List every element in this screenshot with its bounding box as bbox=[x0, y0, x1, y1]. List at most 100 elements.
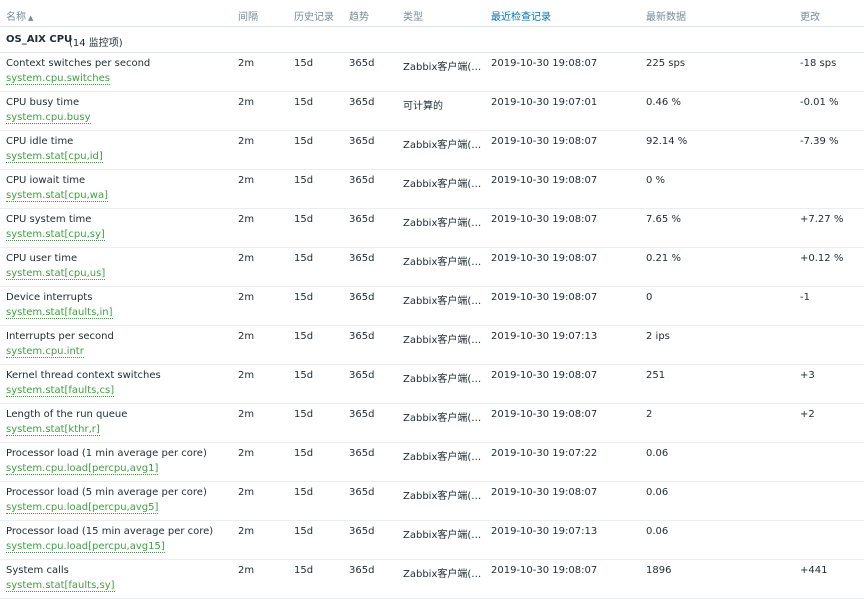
item-last-value: 1896 bbox=[646, 565, 672, 576]
item-last-check: 2019-10-30 19:08:07 bbox=[491, 409, 598, 420]
item-history: 15d bbox=[294, 331, 314, 342]
item-name: System calls bbox=[6, 565, 69, 576]
item-last-check: 2019-10-30 19:08:07 bbox=[491, 565, 598, 576]
item-name: Kernel thread context switches bbox=[6, 370, 161, 381]
item-last-check: 2019-10-30 19:07:13 bbox=[491, 331, 598, 342]
item-interval: 2m bbox=[238, 292, 255, 303]
table-row: Processor load (5 min average per core) s… bbox=[0, 482, 864, 521]
item-last-value: 7.65 % bbox=[646, 214, 681, 225]
item-last-value: 225 sps bbox=[646, 58, 686, 69]
item-type: 可计算的 bbox=[403, 101, 443, 112]
item-name: CPU system time bbox=[6, 214, 92, 225]
item-type: Zabbix客户端(… bbox=[403, 452, 482, 463]
item-change: +3 bbox=[800, 370, 815, 381]
item-name: Device interrupts bbox=[6, 292, 93, 303]
table-row: Kernel thread context switches system.sta… bbox=[0, 365, 864, 404]
column-header-last-value: 最新数据 bbox=[646, 12, 686, 23]
item-history: 15d bbox=[294, 58, 314, 69]
latest-data-table: 名称 ▲ 间隔 历史记录 趋势 类型 最近检查记录 最新数据 更改 OS_AIX … bbox=[0, 0, 864, 599]
item-key[interactable]: system.stat[cpu,id] bbox=[6, 151, 103, 163]
item-name: CPU busy time bbox=[6, 97, 80, 108]
item-change: +7.27 % bbox=[800, 214, 844, 225]
item-interval: 2m bbox=[238, 58, 255, 69]
column-header-trends: 趋势 bbox=[349, 12, 369, 23]
item-last-check: 2019-10-30 19:08:07 bbox=[491, 136, 598, 147]
item-interval: 2m bbox=[238, 526, 255, 537]
item-name: CPU user time bbox=[6, 253, 78, 264]
item-last-value: 2 bbox=[646, 409, 653, 420]
table-body: Context switches per second system.cpu.sw… bbox=[0, 53, 864, 599]
item-key[interactable]: system.stat[faults,in] bbox=[6, 307, 113, 319]
item-interval: 2m bbox=[238, 409, 255, 420]
column-header-last-check[interactable]: 最近检查记录 bbox=[491, 8, 551, 23]
item-key[interactable]: system.cpu.intr bbox=[6, 346, 84, 358]
item-change: +0.12 % bbox=[800, 253, 844, 264]
table-row: Device interrupts system.stat[faults,in] 2… bbox=[0, 287, 864, 326]
item-key[interactable]: system.stat[kthr,r] bbox=[6, 424, 100, 436]
item-change: -7.39 % bbox=[800, 136, 839, 147]
item-name: Interrupts per second bbox=[6, 331, 114, 342]
item-type: Zabbix客户端(… bbox=[403, 62, 482, 73]
item-trends: 365d bbox=[349, 136, 375, 147]
item-name: Length of the run queue bbox=[6, 409, 128, 420]
table-row: Interrupts per second system.cpu.intr 2m 15… bbox=[0, 326, 864, 365]
item-change: -18 sps bbox=[800, 58, 837, 69]
item-trends: 365d bbox=[349, 214, 375, 225]
item-key[interactable]: system.cpu.switches bbox=[6, 73, 110, 85]
item-last-check: 2019-10-30 19:08:07 bbox=[491, 487, 598, 498]
column-header-interval: 间隔 bbox=[238, 12, 258, 23]
item-type: Zabbix客户端(… bbox=[403, 296, 482, 307]
item-last-value: 0.06 bbox=[646, 448, 669, 459]
item-interval: 2m bbox=[238, 175, 255, 186]
item-interval: 2m bbox=[238, 487, 255, 498]
item-change: -1 bbox=[800, 292, 810, 303]
item-key[interactable]: system.stat[cpu,wa] bbox=[6, 190, 108, 202]
item-type: Zabbix客户端(… bbox=[403, 413, 482, 424]
item-key[interactable]: system.cpu.busy bbox=[6, 112, 91, 124]
item-key[interactable]: system.cpu.load[percpu,avg15] bbox=[6, 541, 165, 553]
item-key[interactable]: system.cpu.load[percpu,avg1] bbox=[6, 463, 159, 475]
item-trends: 365d bbox=[349, 409, 375, 420]
item-name: Processor load (5 min average per core) bbox=[6, 487, 207, 498]
item-key[interactable]: system.stat[cpu,us] bbox=[6, 268, 106, 280]
item-history: 15d bbox=[294, 214, 314, 225]
item-key[interactable]: system.stat[faults,cs] bbox=[6, 385, 115, 397]
item-interval: 2m bbox=[238, 370, 255, 381]
item-key[interactable]: system.stat[faults,sy] bbox=[6, 580, 115, 592]
table-row: CPU system time system.stat[cpu,sy] 2m 15d 3… bbox=[0, 209, 864, 248]
item-type: Zabbix客户端(… bbox=[403, 569, 482, 580]
item-trends: 365d bbox=[349, 97, 375, 108]
item-key[interactable]: system.stat[cpu,sy] bbox=[6, 229, 105, 241]
item-interval: 2m bbox=[238, 448, 255, 459]
item-trends: 365d bbox=[349, 58, 375, 69]
item-type: Zabbix客户端(… bbox=[403, 491, 482, 502]
item-type: Zabbix客户端(… bbox=[403, 257, 482, 268]
column-header-name[interactable]: 名称 ▲ bbox=[6, 8, 33, 23]
item-last-check: 2019-10-30 19:08:07 bbox=[491, 370, 598, 381]
item-history: 15d bbox=[294, 409, 314, 420]
item-last-value: 0.46 % bbox=[646, 97, 681, 108]
table-row: CPU user time system.stat[cpu,us] 2m 15d 365… bbox=[0, 248, 864, 287]
item-key[interactable]: system.cpu.load[percpu,avg5] bbox=[6, 502, 159, 514]
table-row: Processor load (1 min average per core) s… bbox=[0, 443, 864, 482]
item-last-check: 2019-10-30 19:07:13 bbox=[491, 526, 598, 537]
item-trends: 365d bbox=[349, 253, 375, 264]
item-last-value: 2 ips bbox=[646, 331, 670, 342]
item-history: 15d bbox=[294, 448, 314, 459]
item-history: 15d bbox=[294, 175, 314, 186]
item-trends: 365d bbox=[349, 331, 375, 342]
sort-ascending-icon: ▲ bbox=[28, 14, 34, 22]
column-header-history: 历史记录 bbox=[294, 12, 334, 23]
column-header-name-label[interactable]: 名称 bbox=[6, 12, 26, 23]
item-last-value: 0 bbox=[646, 292, 653, 303]
item-type: Zabbix客户端(… bbox=[403, 530, 482, 541]
item-name: Context switches per second bbox=[6, 58, 151, 69]
item-type: Zabbix客户端(… bbox=[403, 218, 482, 229]
item-last-check: 2019-10-30 19:08:07 bbox=[491, 175, 598, 186]
item-trends: 365d bbox=[349, 526, 375, 537]
item-type: Zabbix客户端(… bbox=[403, 374, 482, 385]
table-header: 名称 ▲ 间隔 历史记录 趋势 类型 最近检查记录 最新数据 更改 bbox=[0, 0, 864, 27]
item-last-check: 2019-10-30 19:08:07 bbox=[491, 292, 598, 303]
item-name: Processor load (15 min average per core) bbox=[6, 526, 214, 537]
column-header-type: 类型 bbox=[403, 12, 423, 23]
